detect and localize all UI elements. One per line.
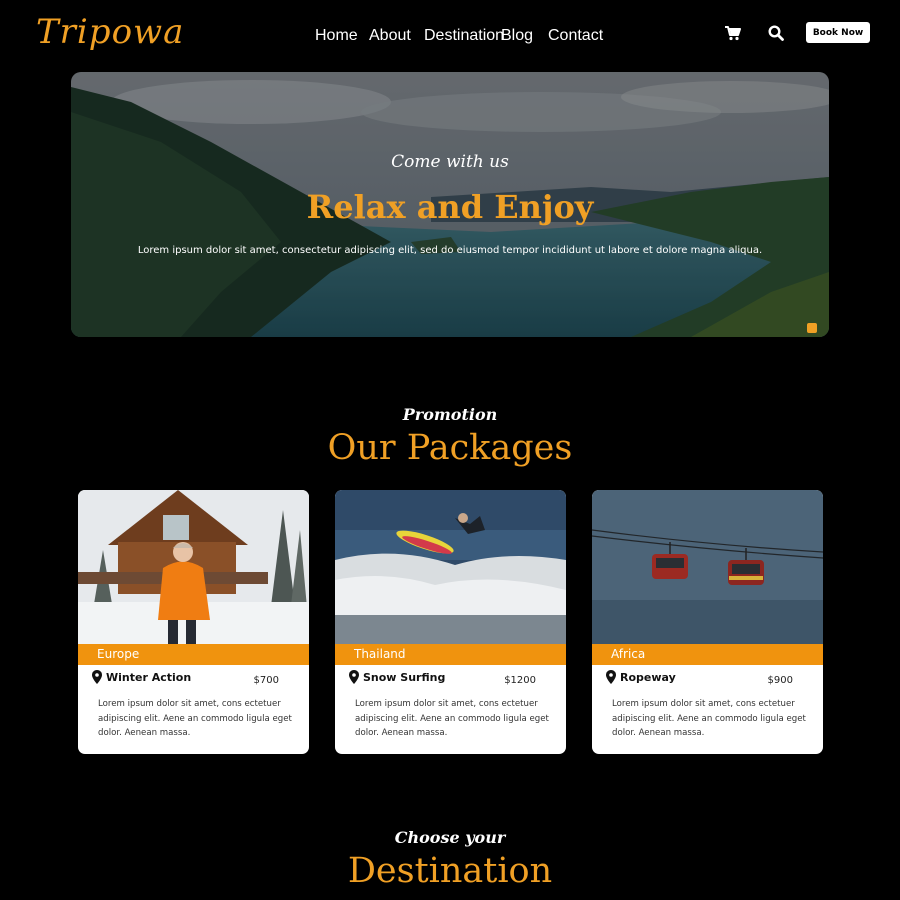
package-price: $1200: [504, 675, 536, 686]
hero-banner: Come with us Relax and Enjoy Lorem ipsum…: [71, 72, 829, 337]
ropeway-photo: [592, 490, 823, 644]
logo[interactable]: Tripowa: [36, 12, 184, 52]
search-icon[interactable]: [767, 24, 785, 42]
nav-contact[interactable]: Contact: [548, 27, 603, 45]
package-name[interactable]: Winter Action: [106, 671, 191, 684]
location-pin-icon: [349, 670, 359, 684]
hero-subtitle: Come with us: [391, 152, 509, 172]
package-description: Lorem ipsum dolor sit amet, cons ectetue…: [612, 699, 806, 738]
package-card-africa[interactable]: Africa Ropeway $900 Lorem ipsum dolor si…: [592, 490, 823, 754]
nav-blog[interactable]: Blog: [501, 27, 533, 45]
package-price: $700: [253, 675, 279, 686]
location-pin-icon: [92, 670, 102, 684]
package-name[interactable]: Ropeway: [620, 671, 676, 684]
cart-icon[interactable]: [724, 24, 742, 42]
nav-home[interactable]: Home: [315, 27, 358, 45]
destination-title: Destination: [347, 851, 553, 891]
hero-title: Relax and Enjoy: [306, 188, 594, 226]
winter-cabin-photo: [78, 490, 309, 644]
book-now-button[interactable]: Book Now: [806, 22, 870, 43]
package-price: $900: [767, 675, 793, 686]
package-name[interactable]: Snow Surfing: [363, 671, 445, 684]
packages-subtitle: Promotion: [402, 405, 498, 424]
packages-title: Our Packages: [327, 428, 573, 468]
package-description: Lorem ipsum dolor sit amet, cons ectetue…: [98, 699, 292, 738]
region-label: Europe: [78, 644, 309, 665]
site-header: Tripowa Home About Destination Blog Cont…: [0, 0, 900, 66]
region-label: Thailand: [335, 644, 566, 665]
hero-text: Lorem ipsum dolor sit amet, consectetur …: [137, 245, 763, 256]
package-card-thailand[interactable]: Thailand Snow Surfing $1200 Lorem ipsum …: [335, 490, 566, 754]
nav-destination[interactable]: Destination: [424, 27, 504, 45]
region-label: Africa: [592, 644, 823, 665]
carousel-dot[interactable]: [807, 323, 817, 333]
surfing-photo: [335, 490, 566, 644]
nav-about[interactable]: About: [369, 27, 411, 45]
package-description: Lorem ipsum dolor sit amet, cons ectetue…: [355, 699, 549, 738]
location-pin-icon: [606, 670, 616, 684]
destination-subtitle: Choose your: [394, 828, 506, 847]
package-card-europe[interactable]: Europe Winter Action $700 Lorem ipsum do…: [78, 490, 309, 754]
